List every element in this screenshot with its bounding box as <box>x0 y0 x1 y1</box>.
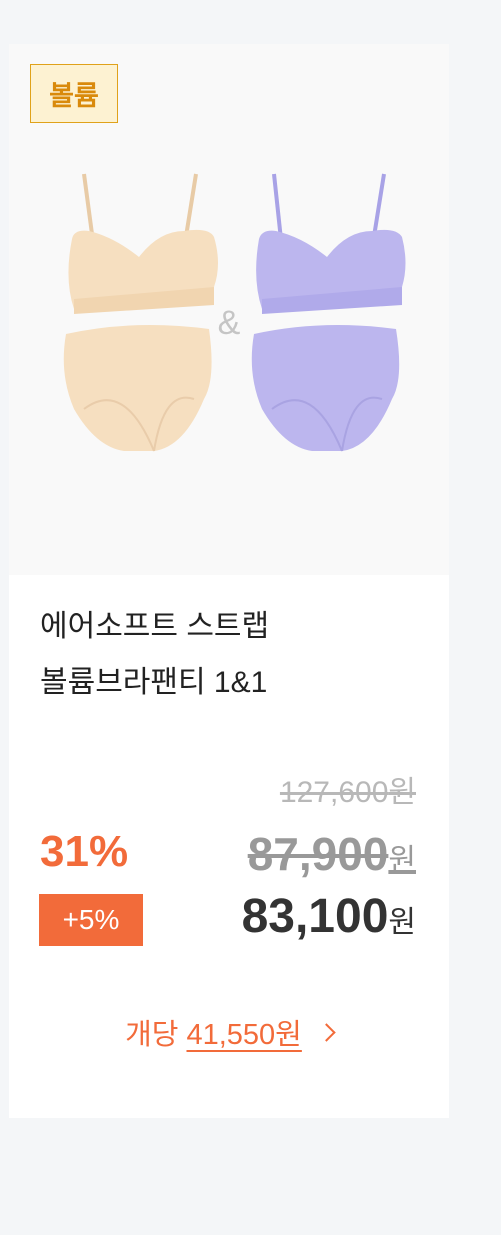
beige-bra <box>68 173 218 314</box>
discount-rate: 31% <box>40 827 129 876</box>
extra-discount-badge: +5% <box>39 894 143 946</box>
product-card[interactable]: 볼륨 & 에어소프트 스트랩 볼륨브라팬티 1&1 127,600원 31% 8… <box>9 44 449 1118</box>
ampersand-separator: & <box>218 304 241 342</box>
final-price: 83,100원 <box>242 889 416 944</box>
product-title[interactable]: 에어소프트 스트랩 볼륨브라팬티 1&1 <box>40 599 420 711</box>
final-price-amount: 83,100 <box>241 890 389 943</box>
product-title-line2: 볼륨브라팬티 1&1 <box>40 666 268 699</box>
product-image: & <box>63 173 406 452</box>
original-price: 127,600원 <box>280 767 416 811</box>
final-price-currency: 원 <box>388 906 416 939</box>
sale-price-amount: 87,900 <box>247 828 389 880</box>
unit-price-link[interactable]: 개당 41,550원 <box>9 1011 449 1053</box>
unit-price-label: 개당 <box>125 1019 179 1051</box>
beige-panty <box>63 325 212 452</box>
sale-price-currency: 원 <box>388 844 416 877</box>
unit-price-amount: 41,550원 <box>186 1019 302 1051</box>
sale-price: 87,900원 <box>248 827 416 881</box>
original-price-amount: 127,600 <box>279 776 389 809</box>
product-image-area[interactable]: 볼륨 & <box>9 44 449 575</box>
lavender-bra <box>256 173 406 314</box>
lavender-panty <box>251 325 400 452</box>
chevron-right-icon <box>317 1022 336 1042</box>
original-price-currency: 원 <box>388 776 416 809</box>
product-title-line1: 에어소프트 스트랩 <box>40 610 270 643</box>
volume-badge: 볼륨 <box>30 64 118 123</box>
